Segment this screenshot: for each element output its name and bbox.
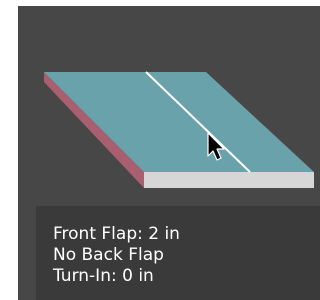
board-front-edge [144, 172, 314, 188]
3d-preview-viewport[interactable]: Front Flap: 2 in No Back Flap Turn-In: 0… [18, 6, 320, 300]
flap-info-panel: Front Flap: 2 in No Back Flap Turn-In: 0… [36, 206, 320, 300]
front-flap-label: Front Flap: 2 in [53, 224, 180, 244]
turn-in-label: Turn-In: 0 in [53, 266, 154, 286]
back-flap-label: No Back Flap [53, 245, 164, 265]
